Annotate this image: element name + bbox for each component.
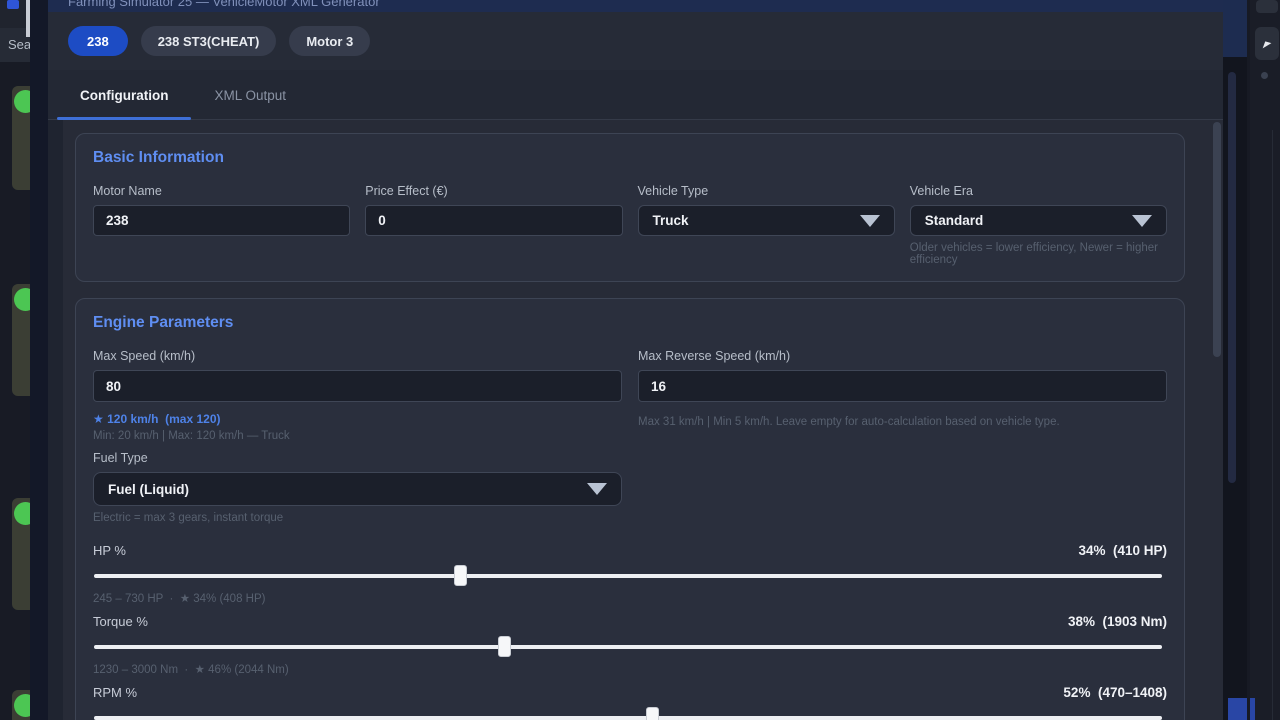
cursor-tool-button[interactable] bbox=[1255, 27, 1279, 60]
search-label: Sea bbox=[8, 37, 30, 52]
fuel-type-select[interactable]: Fuel (Liquid) bbox=[93, 472, 622, 506]
basic-information-section: Basic Information Motor Name Price Effec… bbox=[75, 133, 1185, 282]
background-list-item[interactable] bbox=[12, 86, 30, 190]
background-app-right bbox=[1250, 0, 1280, 720]
max-speed-column: Max Speed (km/h) ★ 120 km/h (max 120) Mi… bbox=[93, 349, 622, 524]
motor-name-label: Motor Name bbox=[93, 184, 350, 198]
vehicle-type-label: Vehicle Type bbox=[638, 184, 895, 198]
rpm-slider-track[interactable] bbox=[94, 716, 1162, 720]
motor-tabs: 238 238 ST3(CHEAT) Motor 3 bbox=[48, 12, 1223, 70]
hp-slider-value: 34% (410 HP) bbox=[1078, 543, 1167, 558]
chevron-down-icon bbox=[587, 483, 607, 495]
torque-slider-track[interactable] bbox=[94, 645, 1162, 649]
engine-parameters-section: Engine Parameters Max Speed (km/h) ★ 120… bbox=[75, 298, 1185, 720]
background-list-item[interactable] bbox=[12, 284, 30, 396]
tab-xml-output-label: XML Output bbox=[214, 88, 286, 103]
section-title-basic-information: Basic Information bbox=[93, 149, 1167, 167]
engine-fields-row: Max Speed (km/h) ★ 120 km/h (max 120) Mi… bbox=[93, 349, 1167, 524]
max-reverse-speed-input[interactable] bbox=[638, 370, 1167, 402]
max-speed-range-hint: Min: 20 km/h | Max: 120 km/h — Truck bbox=[93, 430, 622, 442]
dialog-header: Farming Simulator 25 — VehicleMotor XML … bbox=[48, 0, 1223, 12]
background-scrollbar[interactable] bbox=[26, 0, 30, 37]
basic-fields-row: Motor Name Price Effect (€) Vehicle Type… bbox=[93, 184, 1167, 266]
configuration-panel: Basic Information Motor Name Price Effec… bbox=[63, 120, 1223, 720]
fuel-type-value: Fuel (Liquid) bbox=[108, 482, 189, 497]
motor-name-input[interactable] bbox=[93, 205, 350, 236]
vehicle-era-label: Vehicle Era bbox=[910, 184, 1167, 198]
background-list-item[interactable] bbox=[12, 498, 30, 610]
vehicle-era-value: Standard bbox=[925, 213, 984, 228]
section-title-engine-parameters: Engine Parameters bbox=[93, 314, 1167, 332]
rpm-slider-thumb[interactable] bbox=[646, 707, 659, 720]
content-scrollbar-thumb[interactable] bbox=[1213, 122, 1221, 357]
rpm-slider-row: RPM % 52% (470–1408) 550 – 2200 RPM · ★ … bbox=[93, 685, 1167, 720]
fuel-type-hint: Electric = max 3 gears, instant torque bbox=[93, 512, 622, 524]
vehicle-motor-dialog: Farming Simulator 25 — VehicleMotor XML … bbox=[48, 0, 1250, 720]
chevron-down-icon bbox=[860, 215, 880, 227]
vehicle-era-hint: Older vehicles = lower efficiency, Newer… bbox=[910, 242, 1167, 266]
dialog-scroll-gutter bbox=[1223, 0, 1250, 720]
price-effect-input[interactable] bbox=[365, 205, 622, 236]
torque-slider-thumb[interactable] bbox=[498, 636, 511, 657]
hp-slider-thumb[interactable] bbox=[454, 565, 467, 586]
background-button[interactable] bbox=[1256, 0, 1278, 13]
dialog-edge bbox=[1223, 0, 1247, 57]
torque-slider-label: Torque % bbox=[93, 614, 148, 629]
vehicle-type-select[interactable]: Truck bbox=[638, 205, 895, 236]
price-effect-field: Price Effect (€) bbox=[365, 184, 622, 266]
hp-slider-row: HP % 34% (410 HP) 245 – 730 HP · ★ 34% (… bbox=[93, 543, 1167, 605]
max-reverse-speed-column: Max Reverse Speed (km/h) Max 31 km/h | M… bbox=[638, 349, 1167, 428]
torque-slider-row: Torque % 38% (1903 Nm) 1230 – 3000 Nm · … bbox=[93, 614, 1167, 676]
vehicle-era-field: Vehicle Era Standard Older vehicles = lo… bbox=[910, 184, 1167, 266]
fuel-type-label: Fuel Type bbox=[93, 451, 622, 465]
motor-tab-motor-3[interactable]: Motor 3 bbox=[289, 26, 370, 56]
vehicle-era-select[interactable]: Standard bbox=[910, 205, 1167, 236]
vehicle-type-value: Truck bbox=[653, 213, 689, 228]
hp-slider-label: HP % bbox=[93, 543, 126, 558]
rpm-slider-label: RPM % bbox=[93, 685, 137, 700]
dialog-title: Farming Simulator 25 — VehicleMotor XML … bbox=[68, 0, 380, 9]
chevron-down-icon bbox=[1132, 215, 1152, 227]
price-effect-label: Price Effect (€) bbox=[365, 184, 622, 198]
modal-dim-overlay bbox=[30, 0, 48, 720]
screen: Sea Farming Simulator 25 — VehicleMotor … bbox=[0, 0, 1280, 720]
hp-slider-track[interactable] bbox=[94, 574, 1162, 578]
background-divider bbox=[1272, 130, 1273, 720]
background-blue-chip bbox=[7, 0, 19, 9]
motor-name-field: Motor Name bbox=[93, 184, 350, 266]
motor-tab-238-st3-cheat[interactable]: 238 ST3(CHEAT) bbox=[141, 26, 277, 56]
rpm-slider-value: 52% (470–1408) bbox=[1063, 685, 1167, 700]
background-blue-element bbox=[1250, 698, 1255, 720]
tab-configuration[interactable]: Configuration bbox=[57, 70, 191, 120]
hp-slider-hint: 245 – 730 HP · ★ 34% (408 HP) bbox=[93, 591, 1167, 605]
max-reverse-speed-hint: Max 31 km/h | Min 5 km/h. Leave empty fo… bbox=[638, 416, 1167, 428]
max-speed-star-hint: ★ 120 km/h (max 120) bbox=[93, 412, 622, 426]
tab-configuration-label: Configuration bbox=[80, 88, 168, 103]
cursor-icon bbox=[1260, 37, 1274, 51]
max-reverse-speed-label: Max Reverse Speed (km/h) bbox=[638, 349, 1167, 363]
hp-slider[interactable] bbox=[93, 565, 1167, 587]
torque-slider-hint: 1230 – 3000 Nm · ★ 46% (2044 Nm) bbox=[93, 662, 1167, 676]
max-speed-input[interactable] bbox=[93, 370, 622, 402]
vehicle-type-field: Vehicle Type Truck bbox=[638, 184, 895, 266]
background-dot bbox=[1261, 72, 1268, 79]
dialog-scrollbar-thumb[interactable] bbox=[1228, 72, 1236, 483]
torque-slider-value: 38% (1903 Nm) bbox=[1068, 614, 1167, 629]
background-blue-element bbox=[1228, 698, 1247, 720]
engine-sliders: HP % 34% (410 HP) 245 – 730 HP · ★ 34% (… bbox=[93, 543, 1167, 720]
motor-tab-238[interactable]: 238 bbox=[68, 26, 128, 56]
background-app-left: Sea bbox=[0, 0, 30, 720]
max-speed-label: Max Speed (km/h) bbox=[93, 349, 622, 363]
view-tabs: Configuration XML Output bbox=[48, 70, 1223, 120]
tab-xml-output[interactable]: XML Output bbox=[191, 70, 309, 120]
rpm-slider[interactable] bbox=[93, 707, 1167, 720]
torque-slider[interactable] bbox=[93, 636, 1167, 658]
background-list-item[interactable] bbox=[12, 690, 30, 720]
